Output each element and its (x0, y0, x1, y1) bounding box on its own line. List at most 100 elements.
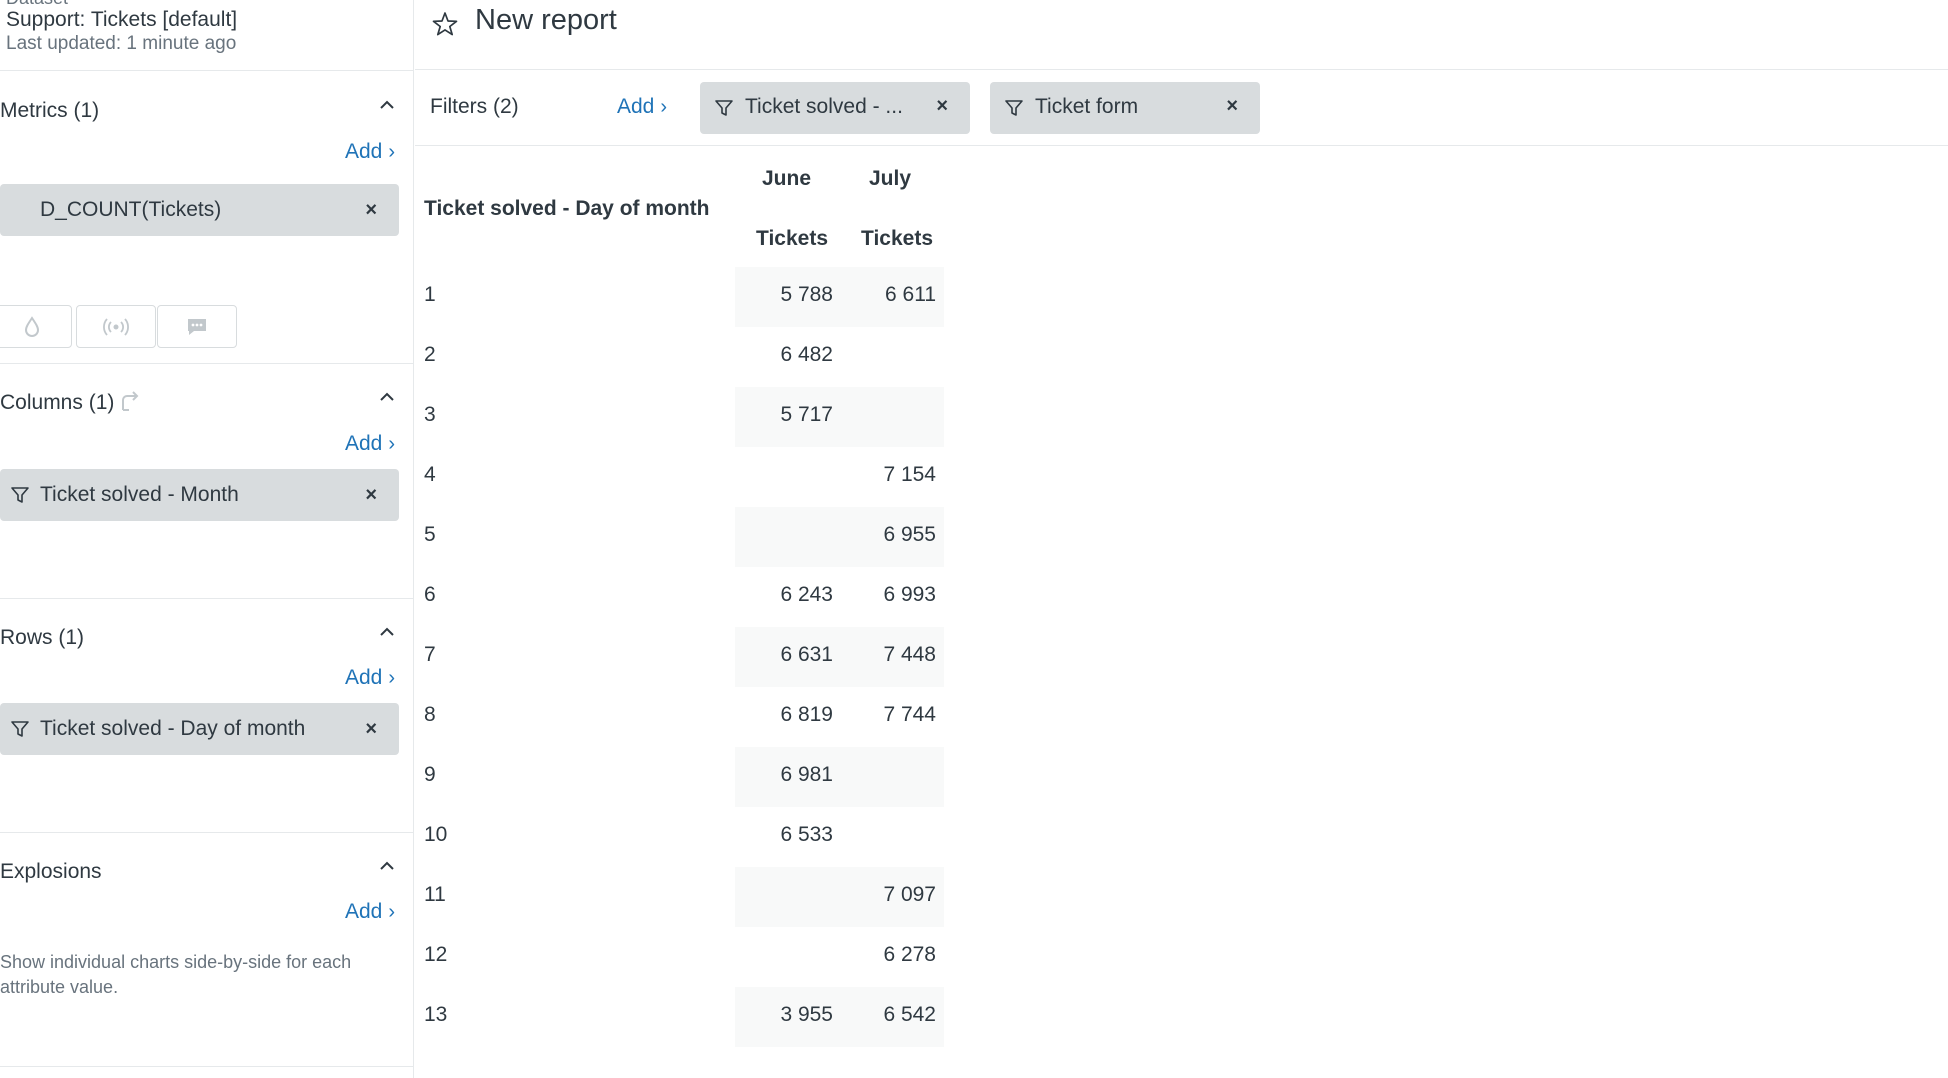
row-label[interactable]: 8 (424, 703, 436, 727)
table-cell-june[interactable]: 5 717 (743, 403, 833, 427)
row-label[interactable]: 6 (424, 583, 436, 607)
table-cell-july[interactable]: 6 993 (846, 583, 936, 607)
row-label[interactable]: 3 (424, 403, 436, 427)
table-cell-july[interactable]: 6 611 (846, 283, 936, 307)
pivot-table: Ticket solved - Day of month June July T… (415, 147, 1948, 1078)
broadcast-icon (103, 317, 129, 336)
dataset-name[interactable]: Support: Tickets [default] (6, 8, 237, 32)
chevron-up-icon[interactable] (378, 96, 396, 114)
remove-icon[interactable]: × (936, 95, 948, 118)
row-label[interactable]: 2 (424, 343, 436, 367)
row-label[interactable]: 12 (424, 943, 447, 967)
remove-icon[interactable]: × (365, 718, 377, 741)
star-icon[interactable] (431, 10, 459, 38)
report-builder-sidebar: Dataset Support: Tickets [default] Last … (0, 0, 414, 1078)
chevron-right-icon: › (388, 900, 396, 923)
chevron-up-icon[interactable] (378, 857, 396, 875)
add-label: Add (617, 95, 655, 118)
table-cell-july[interactable]: 7 744 (846, 703, 936, 727)
table-cell-june[interactable]: 5 788 (743, 283, 833, 307)
table-cell-june[interactable]: 6 243 (743, 583, 833, 607)
filter-pill-label: Ticket solved - ... (745, 95, 903, 118)
table-cell-july[interactable]: 7 154 (846, 463, 936, 487)
explosions-add-link[interactable]: Add › (345, 900, 395, 924)
add-label: Add (345, 140, 383, 163)
chevron-right-icon: › (388, 432, 396, 455)
metric-option-drop[interactable] (0, 305, 72, 348)
table-cell-july[interactable]: 6 542 (846, 1003, 936, 1027)
row-pill[interactable]: Ticket solved - Day of month × (0, 703, 399, 755)
filter-pill[interactable]: Ticket form × (990, 82, 1260, 134)
filter-icon[interactable] (10, 485, 30, 505)
row-pill-label: Ticket solved - Day of month (40, 717, 306, 740)
chevron-up-icon[interactable] (378, 388, 396, 406)
divider (0, 363, 414, 364)
filter-icon (1005, 100, 1023, 116)
row-label[interactable]: 5 (424, 523, 436, 547)
rows-add-link[interactable]: Add › (345, 666, 395, 690)
filter-pill-label: Ticket form (1035, 95, 1139, 118)
columns-add-link[interactable]: Add › (345, 432, 395, 456)
add-label: Add (345, 666, 383, 689)
table-cell-june[interactable]: 6 482 (743, 343, 833, 367)
chevron-up-icon[interactable] (378, 623, 396, 641)
table-cell-june[interactable]: 6 631 (743, 643, 833, 667)
column-pill[interactable]: Ticket solved - Month × (0, 469, 399, 521)
divider (0, 832, 414, 833)
divider (0, 1066, 414, 1067)
table-cell-june[interactable]: 3 955 (743, 1003, 833, 1027)
filter-icon (715, 100, 733, 116)
column-pill-label: Ticket solved - Month (40, 483, 239, 506)
table-cell-june[interactable]: 6 981 (743, 763, 833, 787)
divider (0, 598, 414, 599)
drop-icon (24, 315, 40, 337)
filters-label: Filters (2) (430, 95, 519, 118)
chevron-right-icon: › (660, 95, 668, 118)
filter-pill[interactable]: Ticket solved - ... × (700, 82, 970, 134)
table-cell-july[interactable]: 6 955 (846, 523, 936, 547)
chevron-right-icon: › (388, 666, 396, 689)
remove-icon[interactable]: × (365, 484, 377, 507)
column-group-header[interactable]: June (762, 167, 811, 191)
filters-add-link[interactable]: Add › (617, 95, 667, 119)
filter-icon[interactable] (10, 719, 30, 739)
report-header: New report (415, 0, 1948, 70)
explosions-section-title[interactable]: Explosions (0, 860, 102, 884)
row-label[interactable]: 9 (424, 763, 436, 787)
remove-icon[interactable]: × (1226, 95, 1238, 118)
table-cell-july[interactable]: 7 097 (846, 883, 936, 907)
table-cell-july[interactable]: 6 278 (846, 943, 936, 967)
columns-section-title[interactable]: Columns (1) (0, 391, 114, 415)
row-label[interactable]: 1 (424, 283, 436, 307)
row-label[interactable]: 4 (424, 463, 436, 487)
metric-option-comment[interactable] (157, 305, 237, 348)
metric-pill-label: D_COUNT(Tickets) (40, 198, 222, 221)
row-label[interactable]: 7 (424, 643, 436, 667)
table-cell-june[interactable]: 6 533 (743, 823, 833, 847)
remove-icon[interactable]: × (365, 199, 377, 222)
column-group-header[interactable]: July (869, 167, 911, 191)
metrics-section-title[interactable]: Metrics (1) (0, 99, 99, 123)
metric-header[interactable]: Tickets (861, 227, 933, 251)
report-title[interactable]: New report (475, 4, 617, 37)
table-cell-june[interactable]: 6 819 (743, 703, 833, 727)
add-label: Add (345, 432, 383, 455)
row-label[interactable]: 13 (424, 1003, 447, 1027)
filter-bar: Filters (2) Add › Ticket solved - ... × T… (415, 71, 1948, 146)
add-label: Add (345, 900, 383, 923)
comment-icon (188, 318, 206, 335)
row-header[interactable]: Ticket solved - Day of month (424, 197, 710, 221)
table-cell-july[interactable]: 7 448 (846, 643, 936, 667)
row-label[interactable]: 10 (424, 823, 447, 847)
dataset-updated: Last updated: 1 minute ago (6, 33, 237, 54)
metric-header[interactable]: Tickets (756, 227, 828, 251)
swap-icon[interactable] (119, 390, 143, 414)
explosions-description: Show individual charts side-by-side for … (0, 952, 352, 997)
chevron-right-icon: › (388, 140, 396, 163)
rows-section-title[interactable]: Rows (1) (0, 626, 84, 650)
divider (0, 70, 414, 71)
metrics-add-link[interactable]: Add › (345, 140, 395, 164)
row-label[interactable]: 11 (424, 883, 446, 907)
metric-pill[interactable]: D_COUNT(Tickets) × (0, 184, 399, 236)
metric-option-broadcast[interactable] (76, 305, 156, 348)
